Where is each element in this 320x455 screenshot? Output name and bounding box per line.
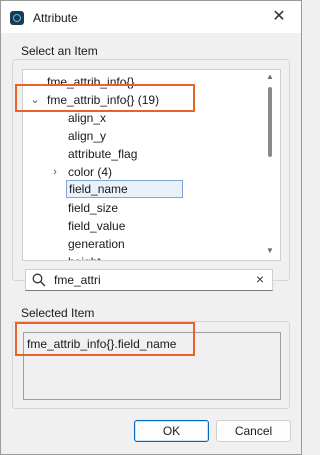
cancel-button[interactable]: Cancel <box>216 420 291 442</box>
selected-item-field: fme_attrib_info{}.field_name <box>23 332 281 400</box>
window-title: Attribute <box>33 11 78 25</box>
search-input[interactable]: fme_attri × <box>25 269 273 291</box>
close-icon[interactable]: ✕ <box>257 1 301 33</box>
clear-icon[interactable]: × <box>256 271 264 287</box>
app-icon <box>10 11 24 25</box>
selected-item-value: fme_attrib_info{}.field_name <box>27 337 177 351</box>
attribute-dialog: Attribute ✕ Select an Item fme_attrib_in… <box>0 0 302 455</box>
search-value: fme_attri <box>54 273 101 287</box>
chevron-down-icon[interactable]: ⌄ <box>29 91 41 109</box>
scrollbar-thumb[interactable] <box>268 87 272 157</box>
chevron-right-icon[interactable]: › <box>49 163 61 181</box>
select-item-label: Select an Item <box>21 44 98 58</box>
attribute-tree[interactable]: fme_attrib_info{} ⌄ fme_attrib_info{} (1… <box>22 69 281 261</box>
search-icon <box>32 273 46 287</box>
vertical-scrollbar[interactable]: ▲ ▼ <box>264 69 276 259</box>
title-bar: Attribute ✕ <box>1 1 301 33</box>
scroll-down-icon[interactable]: ▼ <box>266 247 274 255</box>
scroll-up-icon[interactable]: ▲ <box>266 73 274 81</box>
selected-item-label: Selected Item <box>21 306 95 320</box>
ok-button[interactable]: OK <box>134 420 209 442</box>
